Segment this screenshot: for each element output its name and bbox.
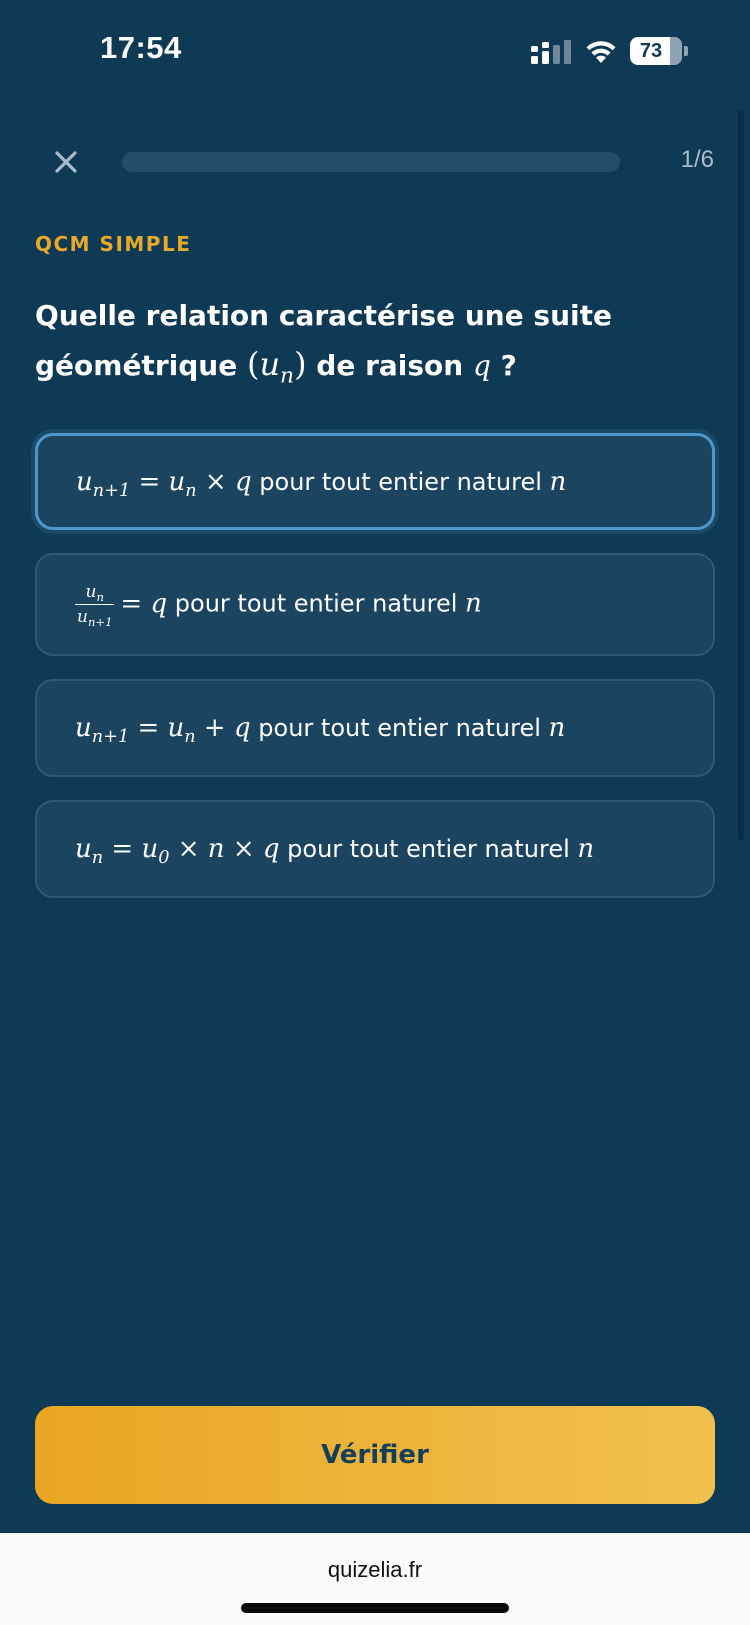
question-line-2: géométrique (un) de raison q ? bbox=[35, 340, 715, 390]
verify-button-label: Vérifier bbox=[321, 1440, 429, 1470]
ratio-variable: q bbox=[472, 349, 491, 382]
battery-level: 73 bbox=[639, 40, 663, 62]
option-text: pour tout entier naturel bbox=[174, 589, 458, 618]
signal-icon bbox=[531, 40, 571, 64]
answer-option-1[interactable]: un+1 = un × q pour tout entier naturel n bbox=[35, 433, 715, 530]
formula: un = u0 × n × q bbox=[75, 834, 280, 869]
question-word-raison: de raison bbox=[316, 349, 464, 382]
option-variable: n bbox=[549, 466, 567, 497]
status-bar: 17:54 73 bbox=[0, 0, 750, 100]
answer-option-4-content: un = u0 × n × q pour tout entier naturel… bbox=[75, 834, 595, 869]
answer-option-4[interactable]: un = u0 × n × q pour tout entier naturel… bbox=[35, 800, 715, 898]
quiz-header: 1/6 bbox=[0, 140, 750, 184]
question-word-geometrique: géométrique bbox=[35, 349, 238, 382]
battery-icon: 73 bbox=[630, 37, 688, 65]
option-text: pour tout entier naturel bbox=[287, 835, 570, 863]
url-label[interactable]: quizelia.fr bbox=[0, 1557, 750, 1583]
answer-option-3-content: un+1 = un + q pour tout entier naturel n bbox=[75, 713, 566, 748]
option-variable: n bbox=[548, 713, 566, 743]
formula: un+1 = un × q bbox=[76, 466, 252, 501]
question-line-1: Quelle relation caractérise une suite bbox=[35, 299, 613, 332]
question-mark: ? bbox=[500, 349, 517, 382]
answer-option-2-content: un un+1 = q pour tout entier naturel n bbox=[75, 582, 482, 630]
home-indicator[interactable] bbox=[241, 1603, 509, 1613]
scroll-indicator[interactable] bbox=[738, 110, 744, 840]
option-text: pour tout entier naturel bbox=[258, 714, 541, 742]
sequence-notation: (un) bbox=[246, 345, 307, 389]
wifi-icon bbox=[586, 41, 616, 63]
formula: un+1 = un + q bbox=[75, 713, 251, 748]
verify-button[interactable]: Vérifier bbox=[35, 1406, 715, 1504]
formula: un un+1 = q bbox=[75, 582, 168, 630]
option-text: pour tout entier naturel bbox=[259, 467, 542, 496]
progress-count: 1/6 bbox=[680, 146, 714, 173]
close-icon[interactable] bbox=[48, 144, 84, 180]
browser-bar: quizelia.fr bbox=[0, 1533, 750, 1625]
option-variable: n bbox=[465, 588, 482, 619]
status-time: 17:54 bbox=[100, 30, 182, 65]
progress-bar bbox=[122, 152, 620, 172]
question-type-label: QCM SIMPLE bbox=[35, 232, 192, 256]
answer-option-3[interactable]: un+1 = un + q pour tout entier naturel n bbox=[35, 679, 715, 777]
option-variable: n bbox=[577, 834, 595, 864]
answer-option-2[interactable]: un un+1 = q pour tout entier naturel n bbox=[35, 553, 715, 656]
battery-tip bbox=[684, 46, 688, 56]
question-text: Quelle relation caractérise une suite gé… bbox=[35, 292, 715, 390]
answer-option-1-content: un+1 = un × q pour tout entier naturel n bbox=[76, 466, 567, 501]
